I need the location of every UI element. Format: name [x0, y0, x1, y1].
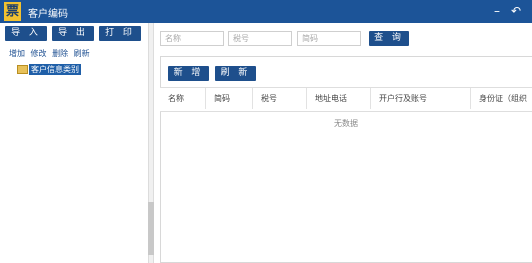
print-button[interactable]: 打 印 — [99, 26, 141, 41]
import-button[interactable]: 导 入 — [5, 26, 47, 41]
minimize-icon[interactable]: – — [494, 3, 500, 19]
tree-edit-link[interactable]: 修改 — [31, 49, 47, 58]
tree-node-customer-category[interactable]: 客户信息类别 — [17, 64, 81, 75]
tree-refresh-link[interactable]: 刷新 — [74, 49, 90, 58]
column-header-name[interactable]: 名称 — [160, 88, 206, 109]
tree-delete-link[interactable]: 删除 — [52, 49, 68, 58]
app-logo: 票 — [4, 2, 21, 21]
tax-search-input[interactable] — [228, 31, 292, 46]
folder-icon — [17, 65, 28, 74]
export-button[interactable]: 导 出 — [52, 26, 94, 41]
tree-actions: 增加 修改 删除 刷新 — [9, 48, 93, 59]
table-header: 名称 简码 税号 地址电话 开户行及账号 身份证（组织 — [160, 87, 532, 112]
refresh-button[interactable]: 刷 新 — [215, 66, 256, 81]
column-header-address-phone[interactable]: 地址电话 — [307, 88, 371, 109]
window-title: 客户编码 — [28, 9, 68, 20]
add-button[interactable]: 新 增 — [168, 66, 209, 81]
left-panel: 导 入 导 出 打 印 增加 修改 删除 刷新 客户信息类别 — [0, 23, 148, 263]
query-button[interactable]: 查 询 — [369, 31, 409, 46]
tree-add-link[interactable]: 增加 — [9, 49, 25, 58]
empty-state-text: 无数据 — [334, 119, 358, 128]
title-bar: 票 客户编码 – ↶ — [0, 0, 532, 23]
back-icon[interactable]: ↶ — [511, 3, 521, 19]
column-header-code[interactable]: 简码 — [206, 88, 253, 109]
name-search-input[interactable] — [160, 31, 224, 46]
column-header-tax[interactable]: 税号 — [253, 88, 307, 109]
column-header-id-card[interactable]: 身份证（组织 — [471, 88, 532, 109]
tree-node-label: 客户信息类别 — [29, 64, 81, 75]
code-search-input[interactable] — [297, 31, 361, 46]
column-header-bank-account[interactable]: 开户行及账号 — [371, 88, 471, 109]
